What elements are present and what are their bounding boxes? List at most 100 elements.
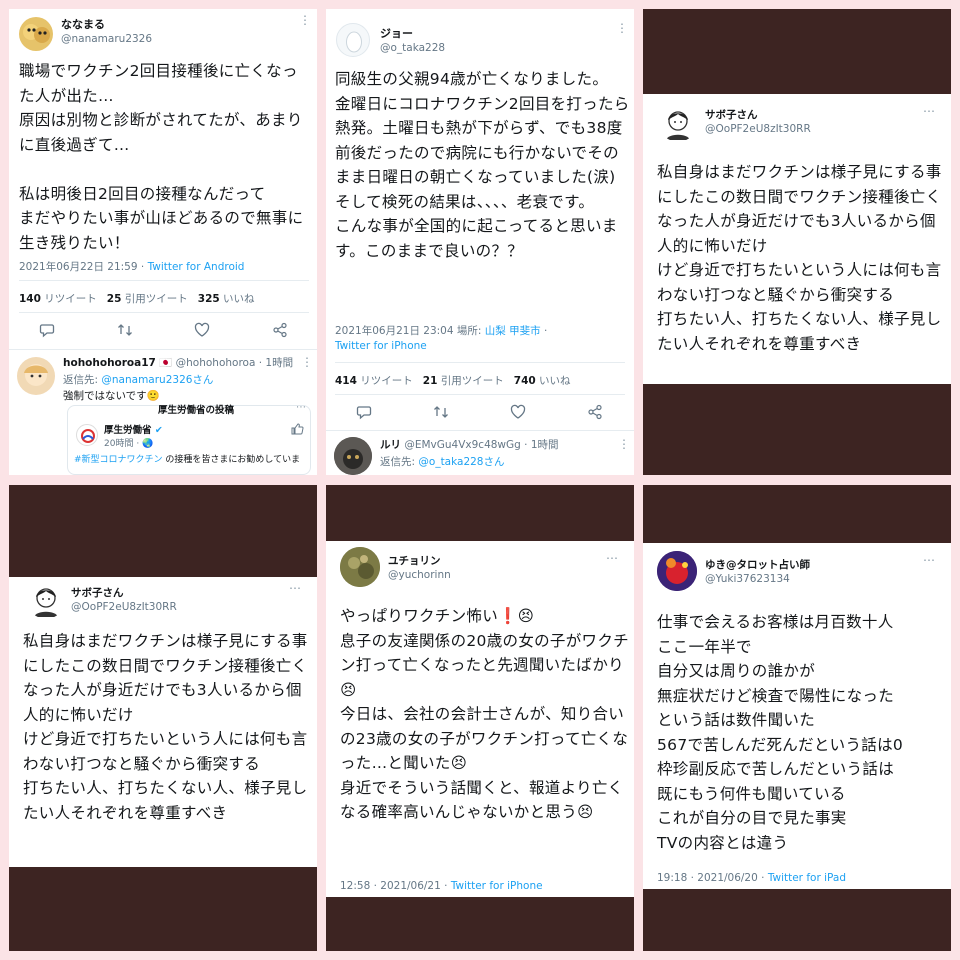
user-handle[interactable]: @OoPF2eU8zIt30RR bbox=[71, 601, 177, 613]
retweet-icon[interactable] bbox=[117, 322, 133, 338]
avatar[interactable] bbox=[657, 551, 697, 591]
more-options-icon[interactable]: ⋯ bbox=[606, 551, 619, 565]
reply-display-name[interactable]: hohohohoroa17 bbox=[63, 357, 156, 369]
quote-count[interactable]: 21 bbox=[423, 375, 438, 387]
avatar-default-egg-icon[interactable] bbox=[336, 23, 370, 57]
place-link[interactable]: 山梨 甲斐市 bbox=[485, 325, 541, 337]
reply-handle[interactable]: @hohohohoroa · 1時間 bbox=[176, 357, 293, 369]
display-name[interactable]: サボ子さん bbox=[71, 585, 124, 600]
display-name[interactable]: ゆき@タロット占い師 bbox=[705, 557, 810, 572]
user-handle[interactable]: @nanamaru2326 bbox=[61, 33, 152, 45]
reply-header: hohohohoroa17 🇯🇵 @hohohohoroa · 1時間 bbox=[63, 355, 293, 370]
embed-body: の接種を皆さまにお勧めしていま bbox=[162, 455, 301, 465]
flag-jp-icon: 🇯🇵 bbox=[159, 357, 173, 369]
display-name[interactable]: ジョー bbox=[380, 25, 413, 41]
timestamp-text: 12:58 · 2021/06/21 · bbox=[340, 880, 451, 892]
user-handle[interactable]: @OoPF2eU8zIt30RR bbox=[705, 123, 811, 135]
tweet-card: ユチョリン @yuchorinn ⋯ やっぱりワクチン怖い❗😣 息子の友達関係の… bbox=[326, 541, 634, 897]
reply-display-name[interactable]: ルリ bbox=[380, 439, 401, 451]
share-icon[interactable] bbox=[587, 404, 603, 420]
thumbs-up-icon[interactable] bbox=[290, 422, 304, 436]
retweet-label[interactable]: リツイート bbox=[360, 375, 413, 387]
separator: · bbox=[540, 325, 548, 337]
mhlw-logo-icon bbox=[76, 424, 98, 446]
user-handle[interactable]: @o_taka228 bbox=[380, 42, 445, 54]
tweet-text: 私自身はまだワクチンは様子見にする事にしたこの数日間でワクチン接種後亡くなった人… bbox=[657, 163, 942, 353]
reply-to-line: 返信先: @nanamaru2326さん bbox=[63, 372, 213, 387]
divider bbox=[19, 312, 309, 313]
reply-to-line: 返信先: @o_taka228さん bbox=[380, 454, 505, 469]
reply-handle[interactable]: @EMvGu4Vx9c48wGg · 1時間 bbox=[404, 439, 558, 451]
tweet-timestamp: 12:58 · 2021/06/21 · Twitter for iPhone bbox=[340, 880, 543, 892]
more-options-icon[interactable]: ⋯ bbox=[923, 104, 936, 118]
like-icon[interactable] bbox=[194, 322, 210, 338]
tweet-timestamp: 19:18 · 2021/06/20 · Twitter for iPad bbox=[657, 872, 846, 884]
hashtag-link[interactable]: #新型コロナワクチン bbox=[74, 455, 163, 465]
client-link[interactable]: Twitter for Android bbox=[148, 261, 245, 273]
divider bbox=[335, 362, 625, 363]
more-options-icon[interactable]: ⋮ bbox=[301, 355, 314, 369]
tweet-panel-5: ユチョリン @yuchorinn ⋯ やっぱりワクチン怖い❗😣 息子の友達関係の… bbox=[326, 485, 634, 951]
tweet-panel-1: ななまる @nanamaru2326 ⋮ 職場でワクチン2回目接種後に亡くなった… bbox=[9, 9, 317, 475]
more-options-icon[interactable]: ⋯ bbox=[923, 553, 936, 567]
more-options-icon[interactable]: ⋮ bbox=[299, 13, 312, 27]
timestamp-text: 2021年06月21日 23:04 場所: bbox=[335, 325, 485, 337]
embed-display-name[interactable]: 厚生労働省 bbox=[104, 425, 152, 436]
tweet-card: サボ子さん @OoPF2eU8zIt30RR ⋯ 私自身はまだワクチンは様子見に… bbox=[643, 94, 951, 384]
quote-count[interactable]: 25 bbox=[107, 293, 122, 305]
quote-label[interactable]: 引用ツイート bbox=[441, 375, 504, 387]
divider bbox=[335, 394, 625, 395]
reply-to-label: 返信先: bbox=[63, 374, 102, 386]
embed-header: 厚生労働省の投稿 bbox=[158, 405, 235, 416]
more-options-icon[interactable]: ⋯ bbox=[289, 581, 302, 595]
quote-label[interactable]: 引用ツイート bbox=[125, 293, 188, 305]
like-label[interactable]: いいね bbox=[223, 293, 255, 305]
divider bbox=[326, 430, 634, 431]
avatar[interactable] bbox=[19, 17, 53, 51]
display-name[interactable]: ユチョリン bbox=[388, 553, 441, 568]
retweet-count[interactable]: 140 bbox=[19, 293, 41, 305]
avatar[interactable] bbox=[659, 104, 697, 142]
reply-avatar[interactable] bbox=[17, 357, 55, 395]
retweet-icon[interactable] bbox=[433, 404, 449, 420]
tweet-timestamp: 2021年06月22日 21:59 · Twitter for Android bbox=[19, 259, 244, 274]
like-count[interactable]: 325 bbox=[198, 293, 220, 305]
reply-icon[interactable] bbox=[39, 322, 55, 338]
more-options-icon[interactable]: ⋮ bbox=[616, 21, 629, 35]
more-options-icon[interactable]: ⋮ bbox=[618, 437, 631, 451]
user-handle[interactable]: @Yuki37623134 bbox=[705, 573, 790, 585]
like-icon[interactable] bbox=[510, 404, 526, 420]
embed-time: 20時間 · 🌏 bbox=[104, 439, 154, 449]
embedded-tweet[interactable]: 厚生労働省の投稿 ⋯ 厚生労働省 ✔ 20時間 · 🌏 #新型コロナワクチン の… bbox=[67, 402, 311, 475]
retweet-label[interactable]: リツイート bbox=[44, 293, 97, 305]
tweet-stats: 140 リツイート 25 引用ツイート 325 いいね bbox=[19, 291, 255, 306]
tweet-panel-3: サボ子さん @OoPF2eU8zIt30RR ⋯ 私自身はまだワクチンは様子見に… bbox=[643, 9, 951, 475]
tweet-panel-2: ジョー @o_taka228 ⋮ 同級生の父親94歳が亡くなりました。 金曜日に… bbox=[326, 9, 634, 475]
tweet-panel-4: サボ子さん @OoPF2eU8zIt30RR ⋯ 私自身はまだワクチンは様子見に… bbox=[9, 485, 317, 951]
display-name[interactable]: サボ子さん bbox=[705, 107, 758, 122]
reply-to-link[interactable]: @nanamaru2326さん bbox=[101, 374, 213, 386]
avatar[interactable] bbox=[340, 547, 380, 587]
tweet-text: 同級生の父親94歳が亡くなりました。 金曜日にコロナワクチン2回目を打ったら熱発… bbox=[335, 70, 630, 260]
timestamp-text: 19:18 · 2021/06/20 · bbox=[657, 872, 768, 884]
tweet-timestamp: 2021年06月21日 23:04 場所: 山梨 甲斐市 · bbox=[335, 323, 547, 338]
user-handle[interactable]: @yuchorinn bbox=[388, 569, 451, 581]
reply-icon[interactable] bbox=[356, 404, 372, 420]
display-name[interactable]: ななまる bbox=[61, 16, 105, 32]
client-link[interactable]: Twitter for iPad bbox=[768, 872, 846, 884]
share-icon[interactable] bbox=[272, 322, 288, 338]
client-link[interactable]: Twitter for iPhone bbox=[335, 340, 427, 352]
avatar[interactable] bbox=[27, 581, 65, 619]
like-count[interactable]: 740 bbox=[514, 375, 536, 387]
more-options-icon[interactable]: ⋯ bbox=[296, 402, 307, 413]
reply-avatar[interactable] bbox=[334, 437, 372, 475]
tweet-stats: 414 リツイート 21 引用ツイート 740 いいね bbox=[335, 373, 571, 388]
retweet-count[interactable]: 414 bbox=[335, 375, 357, 387]
client-link[interactable]: Twitter for iPhone bbox=[451, 880, 543, 892]
like-label[interactable]: いいね bbox=[539, 375, 571, 387]
tweet-card: サボ子さん @OoPF2eU8zIt30RR ⋯ 私自身はまだワクチンは様子見に… bbox=[9, 577, 317, 867]
embed-name: 厚生労働省 ✔ bbox=[104, 422, 163, 436]
reply-to-link[interactable]: @o_taka228さん bbox=[418, 456, 504, 468]
timestamp-text: 2021年06月22日 21:59 · bbox=[19, 261, 148, 273]
tweet-card: ゆき@タロット占い師 @Yuki37623134 ⋯ 仕事で会えるお客様は月百数… bbox=[643, 543, 951, 889]
